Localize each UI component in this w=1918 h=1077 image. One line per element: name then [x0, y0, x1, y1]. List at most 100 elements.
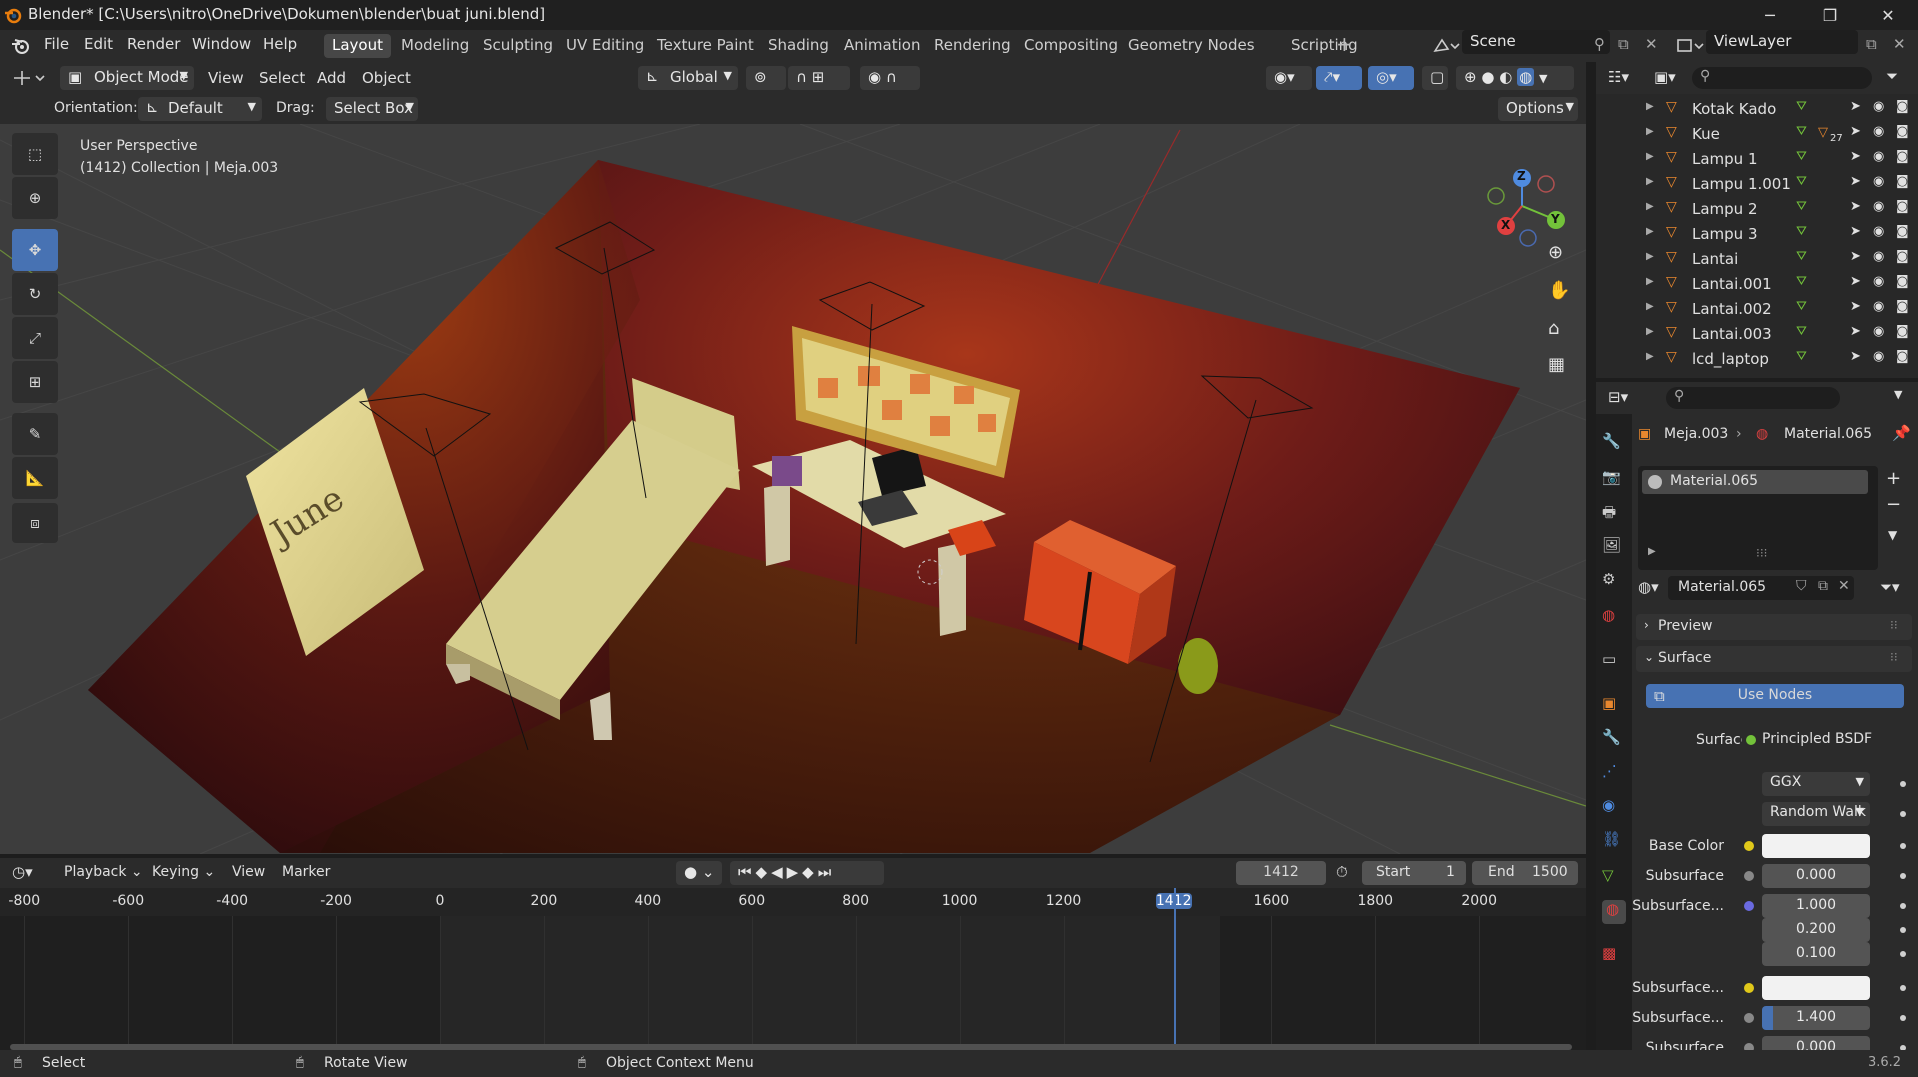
menu-help[interactable]: Help: [263, 35, 297, 53]
outliner-search-input[interactable]: ⚲: [1692, 67, 1872, 89]
selectable-icon[interactable]: ➤: [1850, 149, 1861, 164]
expand-arrow-icon[interactable]: ▶: [1646, 176, 1654, 187]
keyframe-dot[interactable]: [1900, 985, 1906, 991]
object-mode-dropdown[interactable]: Object Mode ▣ ▼: [60, 66, 194, 90]
world-tab-icon[interactable]: ◍: [1602, 606, 1626, 630]
overlays-toggle-button[interactable]: ◎▾: [1368, 66, 1414, 90]
menu-marker[interactable]: Marker: [282, 864, 330, 880]
view-layer-tab-icon[interactable]: 🖼: [1602, 536, 1626, 560]
gizmo-toggle-button[interactable]: ⤤▾: [1316, 66, 1362, 90]
outliner-type-icon[interactable]: ☷▾: [1608, 68, 1629, 86]
material-shading-icon[interactable]: ◐: [1499, 68, 1512, 86]
camera-render-icon[interactable]: ◙: [1896, 224, 1909, 239]
stopwatch-icon[interactable]: ⏱: [1336, 863, 1348, 881]
surface-shader-field[interactable]: Principled BSDF: [1742, 728, 1872, 752]
add-workspace-icon[interactable]: +: [1336, 32, 1353, 56]
particles-tab-icon[interactable]: ⋰: [1602, 762, 1626, 786]
expand-arrow-icon[interactable]: ▶: [1646, 351, 1654, 362]
color-swatch-field[interactable]: [1762, 976, 1870, 1000]
selectable-icon[interactable]: ➤: [1850, 249, 1861, 264]
tab-texture-paint[interactable]: Texture Paint: [649, 34, 762, 58]
selectable-icon[interactable]: ➤: [1850, 349, 1861, 364]
expand-arrow-icon[interactable]: ▶: [1646, 251, 1654, 262]
render-tab-icon[interactable]: 📷: [1602, 468, 1626, 492]
snapping-button[interactable]: ∩ ⊞: [788, 66, 850, 90]
xray-toggle-button[interactable]: ▢: [1422, 66, 1448, 90]
keyframe-dot[interactable]: [1900, 811, 1906, 817]
camera-render-icon[interactable]: ◙: [1896, 199, 1909, 214]
socket-dot[interactable]: [1744, 871, 1754, 881]
eye-icon[interactable]: ◉: [1873, 349, 1884, 364]
3d-viewport[interactable]: June User Perspective (1412) Collection …: [0, 124, 1586, 854]
transform-tool[interactable]: ⊞: [12, 361, 58, 403]
selectable-icon[interactable]: ➤: [1850, 199, 1861, 214]
delete-view-layer-icon[interactable]: ✕: [1893, 35, 1906, 53]
minimize-button[interactable]: ─: [1744, 0, 1796, 30]
add-cube-tool[interactable]: ⧈: [12, 503, 58, 543]
keyframe-dot[interactable]: [1900, 951, 1906, 957]
expand-arrow-icon[interactable]: ▶: [1646, 151, 1654, 162]
outliner-item[interactable]: ▶ ▽ Lantai.003 ⛛ ➤ ◉ ◙: [1596, 321, 1918, 346]
expand-arrow-icon[interactable]: ▶: [1646, 226, 1654, 237]
options-dropdown[interactable]: Options ▼: [1498, 97, 1578, 121]
playback-controls[interactable]: ⏮◆◀▶◆⏭: [730, 861, 884, 885]
link-mode-icon[interactable]: ⏷▾: [1880, 578, 1900, 596]
jump-end-icon[interactable]: ⏭: [818, 863, 836, 881]
tab-compositing[interactable]: Compositing: [1016, 34, 1126, 58]
outliner-item[interactable]: ▶ ▽ Lampu 3 ⛛ ➤ ◉ ◙: [1596, 221, 1918, 246]
rotate-tool[interactable]: ↻: [12, 273, 58, 315]
annotate-tool[interactable]: ✎: [12, 413, 58, 455]
expand-arrow-icon[interactable]: ▶: [1646, 201, 1654, 212]
preview-panel-header[interactable]: › Preview ⁝⁝: [1636, 614, 1912, 640]
scene-name-field[interactable]: Scene: [1462, 30, 1610, 54]
subsurface-method-dropdown[interactable]: Random Walk ▼: [1762, 802, 1870, 826]
collection-tab-icon[interactable]: ▭: [1602, 650, 1626, 674]
eye-icon[interactable]: ◉: [1873, 124, 1884, 139]
pin-icon[interactable]: 📌: [1892, 424, 1911, 442]
browse-material-icon[interactable]: ◍▾: [1638, 578, 1659, 596]
chevron-down-icon[interactable]: ▼: [1894, 388, 1902, 401]
tab-animation[interactable]: Animation: [836, 34, 928, 58]
new-view-layer-icon[interactable]: ⧉: [1866, 35, 1877, 53]
properties-search-input[interactable]: ⚲: [1666, 387, 1840, 409]
proportional-editing-button[interactable]: ◉ ∩: [860, 66, 920, 90]
socket-dot[interactable]: [1744, 1013, 1754, 1023]
close-button[interactable]: ✕: [1862, 0, 1914, 30]
eye-icon[interactable]: ◉: [1873, 224, 1884, 239]
menu-file[interactable]: File: [44, 35, 69, 53]
tab-sculpting[interactable]: Sculpting: [475, 34, 561, 58]
output-tab-icon[interactable]: 🖶: [1602, 502, 1626, 526]
keyframe-dot[interactable]: [1900, 1015, 1906, 1021]
constraints-tab-icon[interactable]: ⛓: [1602, 830, 1626, 854]
eye-icon[interactable]: ◉: [1873, 174, 1884, 189]
modifier-tab-icon[interactable]: 🔧: [1602, 728, 1626, 752]
camera-view-icon[interactable]: ⌂: [1548, 318, 1559, 339]
timeline-area[interactable]: [0, 888, 1586, 1050]
filter-icon[interactable]: ⏷: [1886, 67, 1898, 85]
remove-slot-icon[interactable]: −: [1886, 494, 1901, 515]
object-tab-icon[interactable]: ▣: [1602, 694, 1626, 718]
material-slot-row[interactable]: Material.065: [1642, 470, 1868, 494]
material-slot-list[interactable]: Material.065 ▶ ⁝⁝⁝: [1638, 466, 1878, 570]
jump-start-icon[interactable]: ⏮: [738, 863, 756, 881]
orientation-dropdown[interactable]: Default ⊾ ▼: [138, 97, 262, 121]
outliner-item[interactable]: ▶ ▽ Lantai ⛛ ➤ ◉ ◙: [1596, 246, 1918, 271]
play-reverse-icon[interactable]: ◀: [771, 863, 787, 881]
menu-view[interactable]: View: [208, 69, 244, 87]
expand-arrow-icon[interactable]: ▶: [1646, 101, 1654, 112]
keyframe-dot[interactable]: [1900, 781, 1906, 787]
material-name-field[interactable]: Material.065 ⛉ ⧉ ✕: [1668, 576, 1854, 600]
camera-render-icon[interactable]: ◙: [1896, 99, 1909, 114]
tool-tab-icon[interactable]: 🔧: [1602, 432, 1626, 456]
cursor-tool[interactable]: ⊕: [12, 177, 58, 219]
expand-arrow-icon[interactable]: ▶: [1648, 546, 1656, 557]
selectable-icon[interactable]: ➤: [1850, 274, 1861, 289]
fake-user-shield-icon[interactable]: ⛉: [1796, 578, 1807, 594]
add-slot-icon[interactable]: +: [1886, 468, 1901, 489]
eye-icon[interactable]: ◉: [1873, 249, 1884, 264]
unlink-material-icon[interactable]: ✕: [1838, 578, 1850, 594]
grid-view-icon[interactable]: ▦: [1548, 354, 1565, 375]
outliner-item[interactable]: ▶ ▽ Lantai.001 ⛛ ➤ ◉ ◙: [1596, 271, 1918, 296]
numeric-input-field[interactable]: 1.000: [1762, 894, 1870, 918]
auto-keying-button[interactable]: ● ⌄: [676, 861, 722, 885]
